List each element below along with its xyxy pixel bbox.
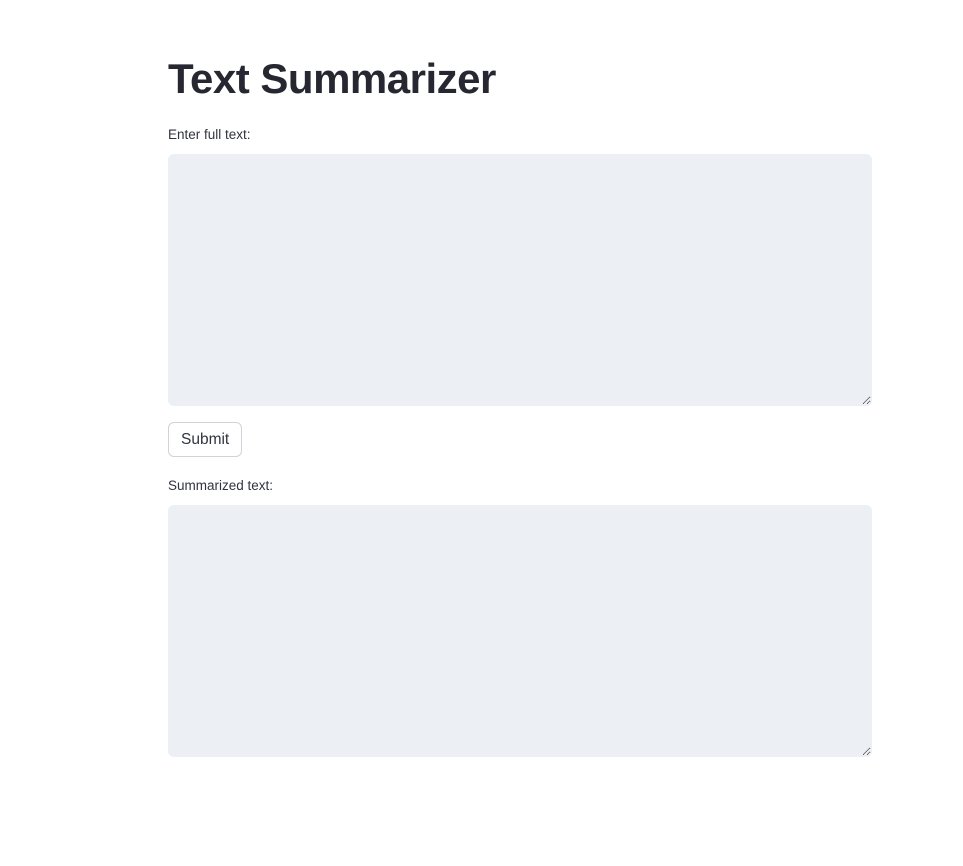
full-text-input[interactable] — [168, 154, 872, 406]
submit-button[interactable]: Submit — [168, 422, 243, 457]
summarized-text-output[interactable] — [168, 505, 872, 757]
page-title: Text Summarizer — [168, 55, 496, 102]
app-page: Text Summarizer Enter full text: Submit … — [0, 0, 963, 866]
full-text-label: Enter full text: — [168, 127, 251, 142]
summarized-text-label: Summarized text: — [168, 478, 274, 493]
